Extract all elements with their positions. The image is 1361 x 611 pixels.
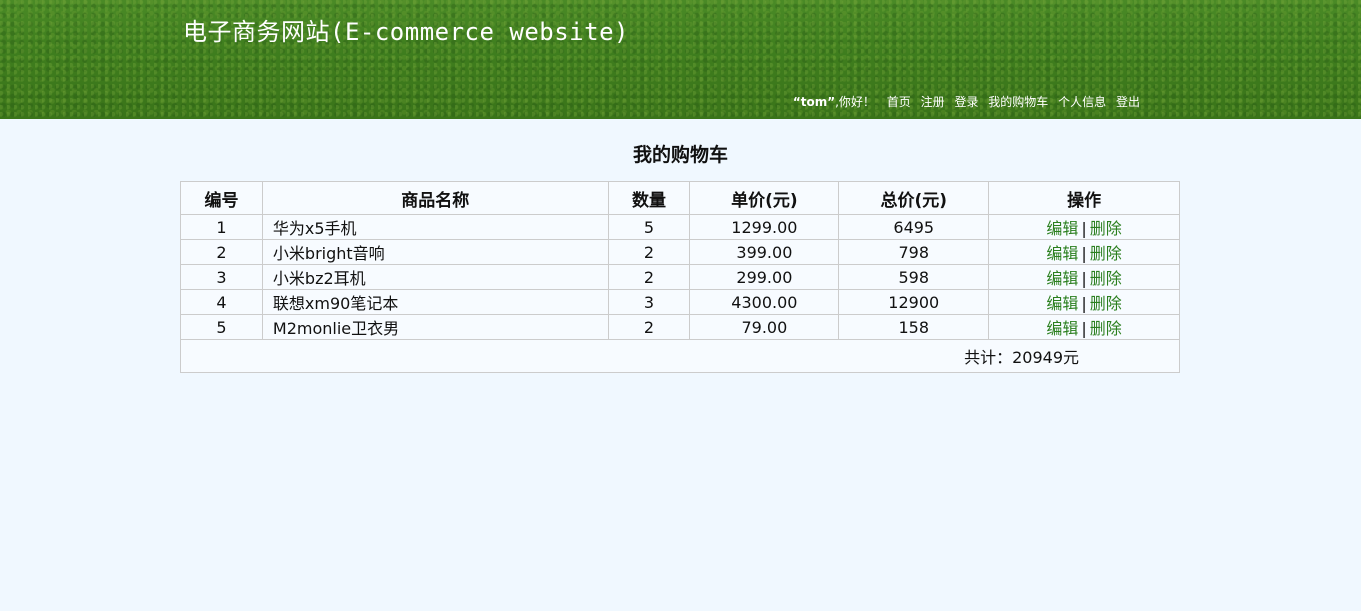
- cell-unit-price: 79.00: [689, 314, 840, 340]
- column-header-qty: 数量: [607, 181, 691, 215]
- cell-total: 12900: [838, 289, 990, 315]
- cell-total: 158: [838, 314, 990, 340]
- cell-id: 2: [180, 239, 263, 265]
- cell-qty: 2: [607, 239, 691, 265]
- column-header-name: 商品名称: [261, 181, 609, 215]
- cell-id: 3: [180, 264, 263, 290]
- table-row: 3 小米bz2耳机 2 299.00 598 编辑 | 删除: [180, 264, 1180, 290]
- cell-unit-price: 4300.00: [689, 289, 840, 315]
- greeting-username: “tom”: [792, 95, 836, 109]
- nav-profile-link[interactable]: 个人信息: [1058, 95, 1106, 109]
- grand-total: 共计：20949元: [180, 339, 1180, 373]
- cell-qty: 5: [607, 214, 691, 240]
- cell-unit-price: 1299.00: [689, 214, 840, 240]
- total-row: 共计：20949元: [180, 339, 1180, 373]
- delete-link[interactable]: 删除: [1090, 269, 1122, 288]
- nav-cart-link[interactable]: 我的购物车: [988, 95, 1048, 109]
- cell-actions: 编辑 | 删除: [988, 214, 1180, 240]
- cell-actions: 编辑 | 删除: [988, 289, 1180, 315]
- table-row: 1 华为x5手机 5 1299.00 6495 编辑 | 删除: [180, 214, 1180, 240]
- cell-total: 6495: [838, 214, 990, 240]
- action-separator: |: [1081, 294, 1087, 313]
- column-header-unit-price: 单价(元): [689, 181, 840, 215]
- table-header-row: 编号 商品名称 数量 单价(元) 总价(元) 操作: [180, 181, 1180, 215]
- cell-qty: 2: [607, 314, 691, 340]
- nav-home-link[interactable]: 首页: [887, 95, 911, 109]
- top-nav: “tom”,你好！ 首页 注册 登录 我的购物车 个人信息 登出: [793, 93, 1140, 110]
- edit-link[interactable]: 编辑: [1046, 294, 1078, 313]
- column-header-total: 总价(元): [838, 181, 990, 215]
- cell-actions: 编辑 | 删除: [988, 239, 1180, 265]
- cell-unit-price: 299.00: [689, 264, 840, 290]
- site-header: 电子商务网站(E-commerce website) “tom”,你好！ 首页 …: [0, 0, 1361, 119]
- cell-actions: 编辑 | 删除: [988, 314, 1180, 340]
- page-title: 我的购物车: [632, 144, 728, 166]
- action-separator: |: [1081, 244, 1087, 263]
- action-separator: |: [1081, 219, 1087, 238]
- column-header-id: 编号: [180, 181, 263, 215]
- edit-link[interactable]: 编辑: [1046, 244, 1078, 263]
- edit-link[interactable]: 编辑: [1046, 319, 1078, 338]
- nav-logout-link[interactable]: 登出: [1116, 95, 1140, 109]
- cell-name: 华为x5手机: [261, 214, 609, 240]
- cell-total: 798: [838, 239, 990, 265]
- cell-name: 小米bz2耳机: [261, 264, 609, 290]
- cell-name: M2monlie卫衣男: [261, 314, 609, 340]
- cell-id: 5: [180, 314, 263, 340]
- table-row: 2 小米bright音响 2 399.00 798 编辑 | 删除: [180, 239, 1180, 265]
- cell-name: 小米bright音响: [261, 239, 609, 265]
- greeting-text: ,你好！: [835, 95, 875, 109]
- cart-table: 编号 商品名称 数量 单价(元) 总价(元) 操作 1 华为x5手机 5 129…: [180, 181, 1180, 373]
- table-row: 4 联想xm90笔记本 3 4300.00 12900 编辑 | 删除: [180, 289, 1180, 315]
- cell-total: 598: [838, 264, 990, 290]
- delete-link[interactable]: 删除: [1090, 219, 1122, 238]
- edit-link[interactable]: 编辑: [1046, 219, 1078, 238]
- edit-link[interactable]: 编辑: [1046, 269, 1078, 288]
- site-title: 电子商务网站(E-commerce website): [183, 18, 629, 46]
- cell-actions: 编辑 | 删除: [988, 264, 1180, 290]
- cell-unit-price: 399.00: [689, 239, 840, 265]
- cell-id: 4: [180, 289, 263, 315]
- nav-register-link[interactable]: 注册: [921, 95, 945, 109]
- action-separator: |: [1081, 319, 1087, 338]
- cell-qty: 3: [607, 289, 691, 315]
- cell-id: 1: [180, 214, 263, 240]
- table-row: 5 M2monlie卫衣男 2 79.00 158 编辑 | 删除: [180, 314, 1180, 340]
- delete-link[interactable]: 删除: [1090, 294, 1122, 313]
- cell-name: 联想xm90笔记本: [261, 289, 609, 315]
- column-header-actions: 操作: [988, 181, 1180, 215]
- nav-login-link[interactable]: 登录: [954, 95, 978, 109]
- action-separator: |: [1081, 269, 1087, 288]
- delete-link[interactable]: 删除: [1090, 244, 1122, 263]
- delete-link[interactable]: 删除: [1090, 319, 1122, 338]
- cell-qty: 2: [607, 264, 691, 290]
